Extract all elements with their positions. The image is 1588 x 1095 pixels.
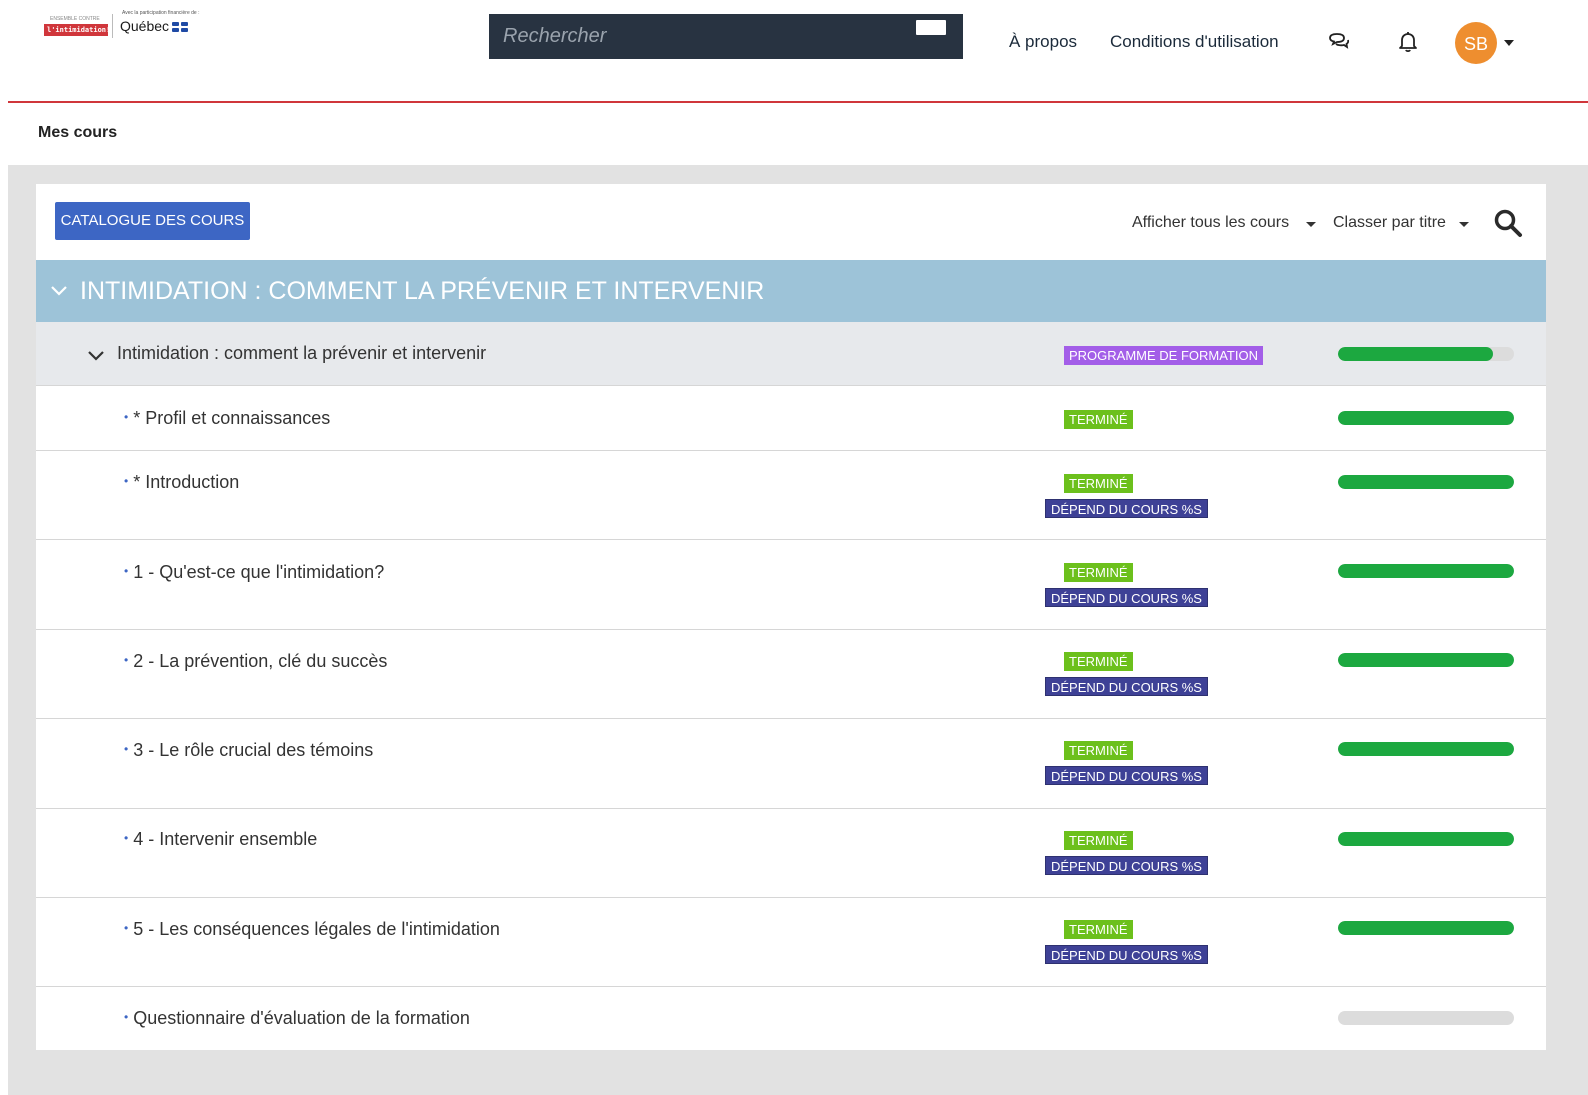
- course-row[interactable]: • * Profil et connaissances: [36, 387, 1546, 451]
- course-title-text[interactable]: 1 - Qu'est-ce que l'intimidation?: [133, 562, 384, 582]
- course-title[interactable]: • * Introduction: [124, 472, 239, 493]
- status-badge: TERMINÉ: [1064, 474, 1133, 493]
- breadcrumb[interactable]: Mes cours: [38, 124, 117, 142]
- progress-fill: [1338, 921, 1514, 935]
- status-badge: TERMINÉ: [1064, 563, 1133, 582]
- subprogram-title[interactable]: Intimidation : comment la prévenir et in…: [117, 343, 486, 364]
- course-title-text[interactable]: 5 - Les conséquences légales de l'intimi…: [133, 919, 500, 939]
- sort-dropdown[interactable]: Classer par titre: [1333, 214, 1446, 232]
- course-row[interactable]: • Questionnaire d'évaluation de la format…: [36, 987, 1546, 1050]
- course-progress-bar: [1338, 475, 1514, 489]
- status-badge: TERMINÉ: [1064, 831, 1133, 850]
- header-search-input[interactable]: [503, 22, 903, 50]
- course-progress-bar: [1338, 653, 1514, 667]
- quebec-logo-caption: Avec la participation financière de :: [122, 10, 200, 16]
- progress-fill: [1338, 564, 1514, 578]
- subprogram-progress-bar: [1338, 347, 1514, 361]
- header-search-button[interactable]: [916, 20, 946, 35]
- bullet-icon: •: [124, 1010, 129, 1024]
- bell-icon[interactable]: [1396, 30, 1420, 54]
- filter-dropdown[interactable]: Afficher tous les cours: [1132, 214, 1289, 232]
- nav-link-a-propos[interactable]: À propos: [1009, 32, 1077, 52]
- logo-small-text: ENSEMBLE CONTRE: [50, 16, 100, 22]
- course-title[interactable]: • 2 - La prévention, clé du succès: [124, 651, 387, 672]
- course-row[interactable]: • 3 - Le rôle crucial des témoins: [36, 719, 1546, 809]
- dependency-badge: DÉPEND DU COURS %S: [1045, 499, 1208, 518]
- status-badge: TERMINÉ: [1064, 652, 1133, 671]
- progress-fill: [1338, 742, 1514, 756]
- status-badge: TERMINÉ: [1064, 410, 1133, 429]
- bullet-icon: •: [124, 831, 129, 845]
- nav-link-conditions[interactable]: Conditions d'utilisation: [1110, 32, 1279, 52]
- dependency-badge: DÉPEND DU COURS %S: [1045, 766, 1208, 785]
- status-badge: TERMINÉ: [1064, 920, 1133, 939]
- messages-icon[interactable]: [1327, 30, 1351, 54]
- program-type-badge: PROGRAMME DE FORMATION: [1064, 346, 1263, 365]
- course-title-text[interactable]: * Profil et connaissances: [133, 408, 330, 428]
- course-title-text[interactable]: Questionnaire d'évaluation de la formati…: [133, 1008, 470, 1028]
- course-title[interactable]: • 3 - Le rôle crucial des témoins: [124, 740, 373, 761]
- collapse-chevron-icon[interactable]: [50, 282, 68, 305]
- header-search: [489, 14, 963, 59]
- course-progress-bar: [1338, 832, 1514, 846]
- bullet-icon: •: [124, 653, 129, 667]
- course-progress-bar: [1338, 742, 1514, 756]
- dependency-badge: DÉPEND DU COURS %S: [1045, 677, 1208, 696]
- bullet-icon: •: [124, 410, 129, 424]
- program-header[interactable]: INTIMIDATION : COMMENT LA PRÉVENIR ET IN…: [36, 260, 1546, 322]
- progress-fill: [1338, 347, 1493, 361]
- quebec-flag-icon: [172, 22, 190, 34]
- course-title-text[interactable]: 3 - Le rôle crucial des témoins: [133, 740, 373, 760]
- course-progress-bar: [1338, 921, 1514, 935]
- collapse-chevron-icon[interactable]: [87, 348, 105, 371]
- course-row[interactable]: • 4 - Intervenir ensemble: [36, 809, 1546, 898]
- course-progress-bar: [1338, 411, 1514, 425]
- course-title[interactable]: • 1 - Qu'est-ce que l'intimidation?: [124, 562, 384, 583]
- subprogram-row[interactable]: Intimidation : comment la prévenir et in…: [36, 322, 1546, 386]
- course-title-text[interactable]: * Introduction: [133, 472, 239, 492]
- course-progress-bar: [1338, 1011, 1514, 1025]
- course-title-text[interactable]: 4 - Intervenir ensemble: [133, 829, 317, 849]
- logo-divider: [112, 14, 113, 38]
- course-progress-bar: [1338, 564, 1514, 578]
- progress-fill: [1338, 653, 1514, 667]
- course-title[interactable]: • Questionnaire d'évaluation de la format…: [124, 1008, 470, 1029]
- filter-chevron-down-icon[interactable]: [1306, 222, 1316, 227]
- bullet-icon: •: [124, 474, 129, 488]
- progress-fill: [1338, 832, 1514, 846]
- course-title[interactable]: • * Profil et connaissances: [124, 408, 330, 429]
- course-row[interactable]: • 5 - Les conséquences légales de l'intim…: [36, 898, 1546, 987]
- user-avatar[interactable]: SB: [1455, 22, 1497, 64]
- program-title: INTIMIDATION : COMMENT LA PRÉVENIR ET IN…: [80, 277, 765, 305]
- course-title-text[interactable]: 2 - La prévention, clé du succès: [133, 651, 387, 671]
- user-menu-caret-icon[interactable]: [1504, 40, 1514, 46]
- bullet-icon: •: [124, 921, 129, 935]
- course-title[interactable]: • 4 - Intervenir ensemble: [124, 829, 317, 850]
- top-header: ENSEMBLE CONTRE l'intimidation! Avec la …: [0, 0, 1588, 104]
- bullet-icon: •: [124, 564, 129, 578]
- dependency-badge: DÉPEND DU COURS %S: [1045, 588, 1208, 607]
- quebec-logo-text: Québec: [120, 18, 170, 34]
- dependency-badge: DÉPEND DU COURS %S: [1045, 945, 1208, 964]
- search-icon[interactable]: [1493, 208, 1523, 238]
- course-title[interactable]: • 5 - Les conséquences légales de l'intim…: [124, 919, 500, 940]
- progress-fill: [1338, 411, 1514, 425]
- course-row[interactable]: • 2 - La prévention, clé du succès: [36, 630, 1546, 719]
- course-catalog-button[interactable]: CATALOGUE DES COURS: [55, 202, 250, 240]
- logo-main-text: l'intimidation!: [47, 26, 111, 34]
- ensemble-contre-intimidation-logo[interactable]: ENSEMBLE CONTRE l'intimidation!: [44, 14, 111, 38]
- sort-chevron-down-icon[interactable]: [1459, 222, 1469, 227]
- progress-fill: [1338, 475, 1514, 489]
- course-row[interactable]: • 1 - Qu'est-ce que l'intimidation?: [36, 540, 1546, 630]
- status-badge: TERMINÉ: [1064, 741, 1133, 760]
- header-accent-line: [8, 101, 1588, 103]
- bullet-icon: •: [124, 742, 129, 756]
- dependency-badge: DÉPEND DU COURS %S: [1045, 856, 1208, 875]
- course-row[interactable]: • * Introduction: [36, 451, 1546, 540]
